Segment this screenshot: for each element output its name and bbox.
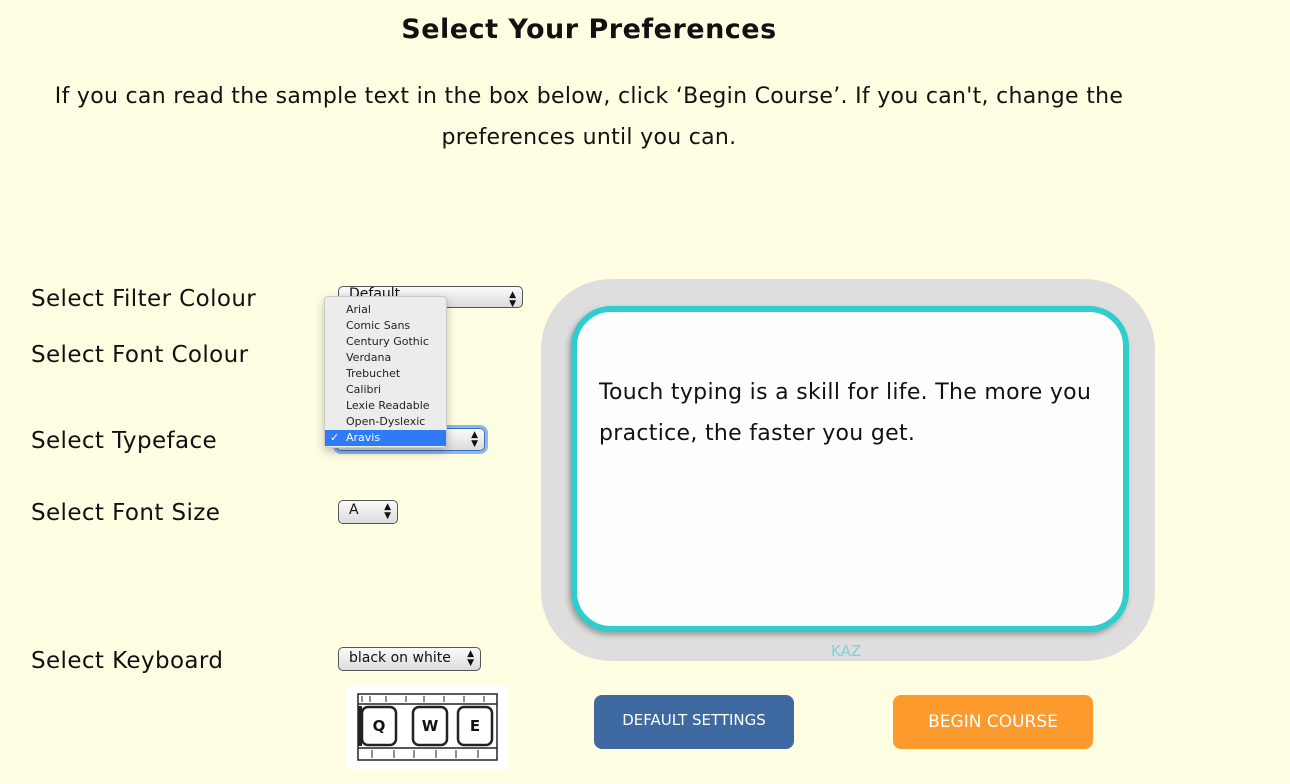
typeface-option[interactable]: Comic Sans bbox=[325, 318, 446, 334]
typeface-option-label: Aravis bbox=[346, 431, 381, 444]
typeface-option[interactable]: Verdana bbox=[325, 350, 446, 366]
typeface-option-label: Calibri bbox=[346, 383, 382, 396]
filter-colour-label: Select Filter Colour bbox=[31, 286, 257, 312]
typeface-option[interactable]: Arial bbox=[325, 302, 446, 318]
typeface-option[interactable]: Trebuchet bbox=[325, 366, 446, 382]
typeface-option[interactable]: Open-Dyslexic bbox=[325, 414, 446, 430]
typeface-option[interactable]: Century Gothic bbox=[325, 334, 446, 350]
typeface-option[interactable]: Calibri bbox=[325, 382, 446, 398]
typeface-option-label: Comic Sans bbox=[346, 319, 411, 332]
typeface-option-label: Arial bbox=[346, 303, 371, 316]
key-e-label: E bbox=[470, 717, 480, 735]
typeface-option-label: Open-Dyslexic bbox=[346, 415, 426, 428]
font-colour-label: Select Font Colour bbox=[31, 342, 249, 368]
instructions-text: If you can read the sample text in the b… bbox=[54, 84, 1124, 150]
key-w-label: W bbox=[422, 717, 439, 735]
font-size-value: A bbox=[349, 502, 359, 518]
preview-box bbox=[571, 306, 1129, 632]
typeface-option-label: Verdana bbox=[346, 351, 392, 364]
sample-text: Touch typing is a skill for life. The mo… bbox=[599, 380, 1092, 446]
keyboard-value: black on white bbox=[349, 650, 451, 666]
keyboard-label: Select Keyboard bbox=[31, 648, 224, 674]
checkmark-icon: ✓ bbox=[330, 431, 340, 444]
typeface-option[interactable]: Lexie Readable bbox=[325, 398, 446, 414]
typeface-option-label: Lexie Readable bbox=[346, 399, 430, 412]
typeface-option[interactable]: ✓ Aravis bbox=[325, 430, 446, 446]
select-arrows-icon: ▲ ▼ bbox=[384, 502, 391, 521]
select-arrows-icon: ▲ ▼ bbox=[471, 430, 478, 449]
keyboard-select[interactable]: black on white ▲ ▼ bbox=[338, 647, 481, 671]
font-size-select[interactable]: A ▲ ▼ bbox=[338, 500, 398, 524]
default-settings-button[interactable]: DEFAULT SETTINGS bbox=[594, 695, 794, 749]
key-q-label: Q bbox=[373, 717, 386, 735]
typeface-dropdown-menu[interactable]: Arial Comic Sans Century Gothic Verdana Treb… bbox=[324, 296, 447, 448]
select-arrows-icon: ▲ ▼ bbox=[509, 290, 516, 308]
font-size-label: Select Font Size bbox=[31, 500, 221, 526]
keyboard-preview-image: Q W E bbox=[346, 686, 508, 770]
page-title: Select Your Preferences bbox=[401, 14, 777, 45]
typeface-label: Select Typeface bbox=[31, 428, 218, 454]
brand-label: KAZ bbox=[831, 642, 862, 660]
select-arrows-icon: ▲ ▼ bbox=[467, 649, 474, 668]
typeface-option-label: Century Gothic bbox=[346, 335, 429, 348]
typeface-option-label: Trebuchet bbox=[346, 367, 401, 380]
begin-course-button[interactable]: BEGIN COURSE bbox=[893, 695, 1093, 749]
